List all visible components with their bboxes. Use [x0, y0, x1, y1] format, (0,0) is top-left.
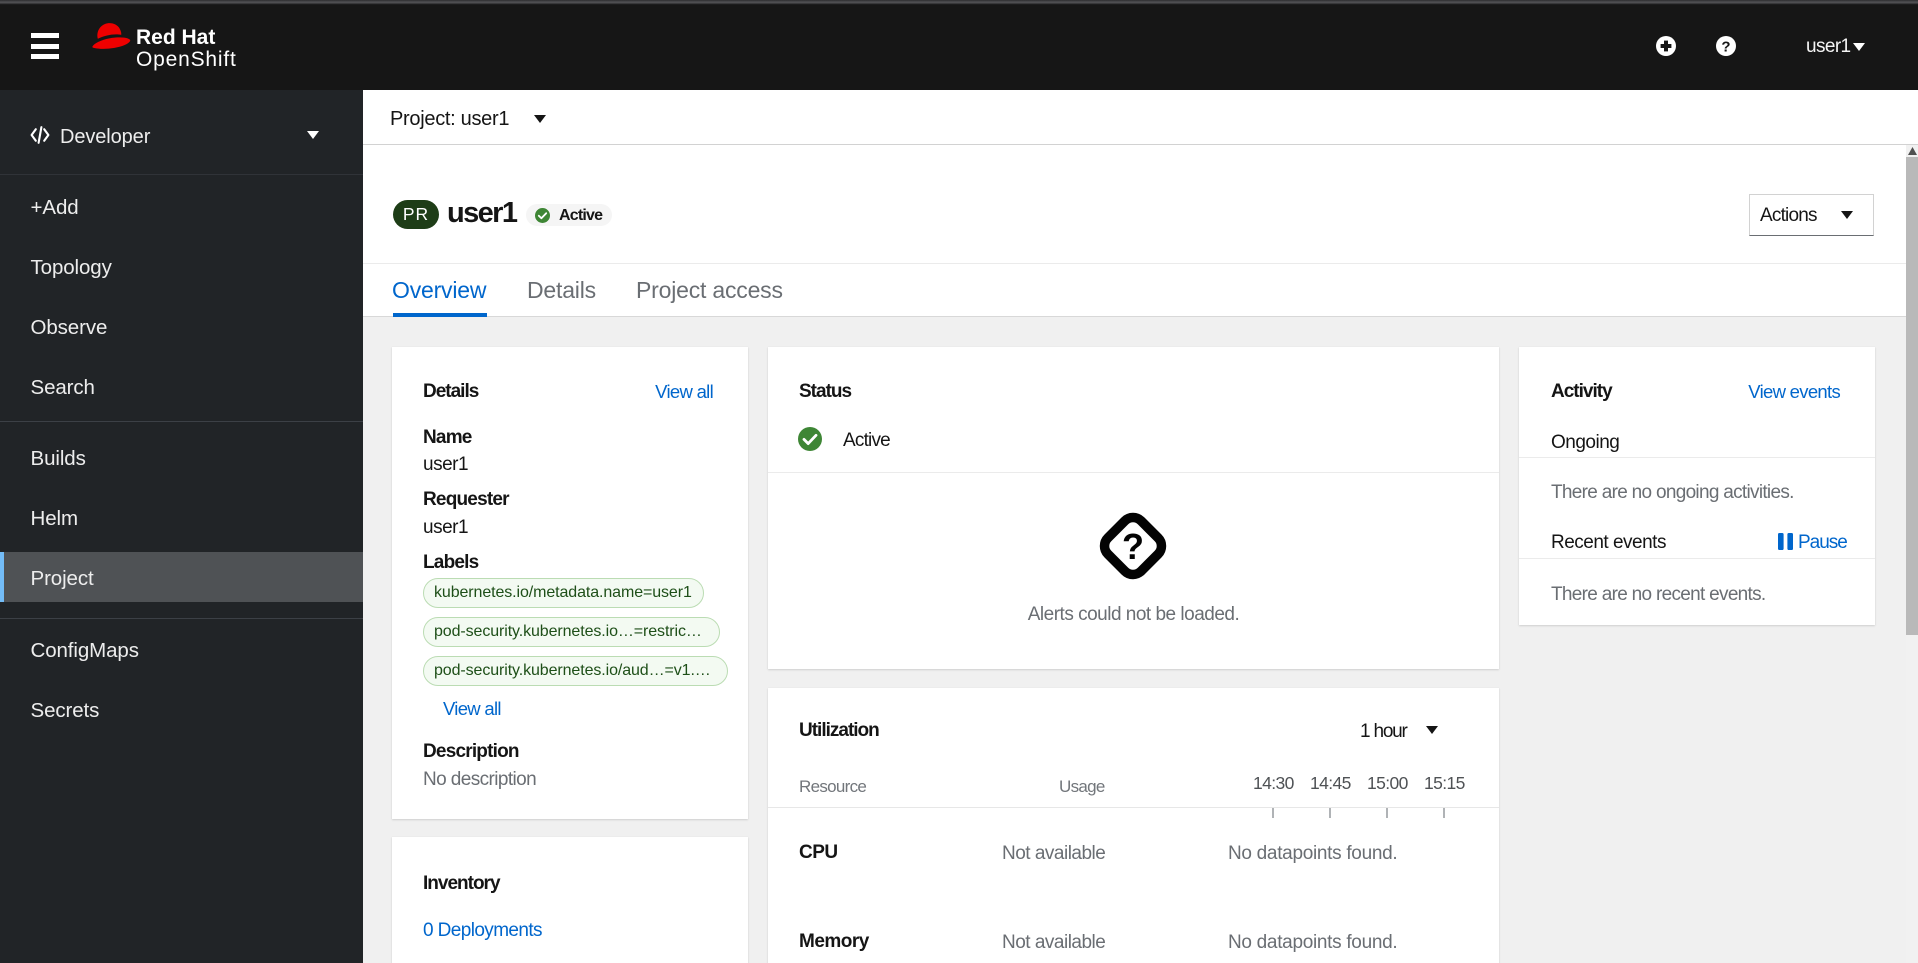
svg-text:?: ?: [1122, 526, 1144, 567]
svg-text:?: ?: [1721, 38, 1730, 55]
